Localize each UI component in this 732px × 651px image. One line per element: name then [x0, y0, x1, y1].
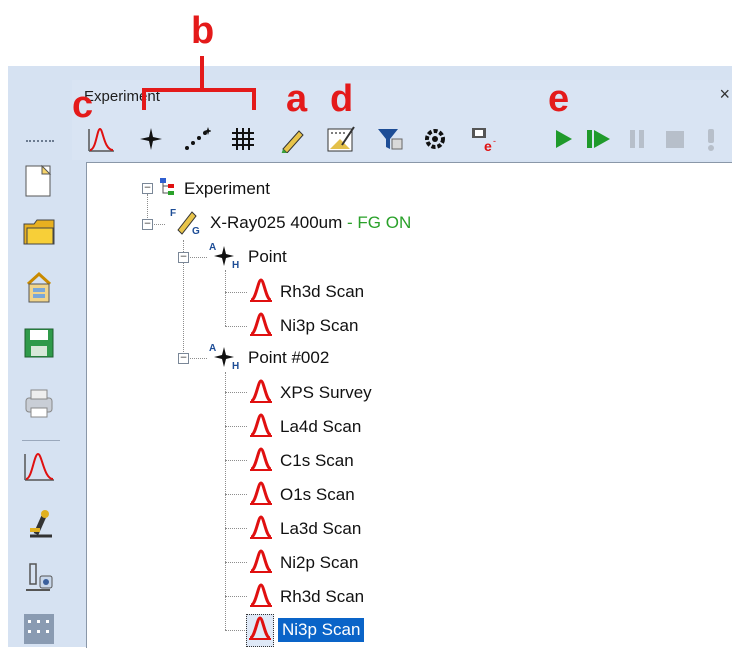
tree-node-scan-selected[interactable]: Ni3p Scan — [246, 613, 365, 647]
svg-text:H: H — [232, 260, 239, 270]
annotation-c: c — [72, 84, 94, 126]
pause-icon[interactable] — [622, 124, 652, 154]
tree-line — [225, 326, 247, 327]
annotation-bracket — [142, 88, 256, 110]
svg-text:G: G — [192, 226, 200, 236]
point-tree-icon: AH — [208, 240, 242, 275]
filter-icon[interactable] — [374, 124, 404, 154]
svg-text:F: F — [170, 208, 176, 219]
tree-node-scan[interactable]: Rh3d Scan — [248, 277, 364, 307]
svg-text:A: A — [209, 343, 216, 354]
spectrum-icon — [248, 548, 274, 579]
open-folder-icon[interactable] — [22, 214, 58, 248]
spectrum-icon — [248, 277, 274, 308]
gear-icon[interactable] — [420, 124, 450, 154]
tree-node-scan[interactable]: O1s Scan — [248, 480, 355, 510]
tree-node-source[interactable]: FG X-Ray025 400um - FG ON — [168, 208, 411, 238]
tree-node-label: Rh3d Scan — [280, 282, 365, 301]
tree-node-label: Ni3p Scan — [278, 618, 365, 642]
tree-node-label: XPS Survey — [280, 383, 372, 402]
tree-node-point[interactable]: AH Point #002 — [208, 343, 329, 373]
tree-node-label: X-Ray025 400um - FG ON — [210, 213, 412, 232]
stop-icon[interactable] — [660, 124, 690, 154]
spectrum-icon — [248, 582, 274, 613]
spectrum-icon — [248, 311, 274, 342]
exclamation-icon[interactable] — [696, 124, 726, 154]
close-icon[interactable]: × — [719, 84, 730, 105]
spectrum-icon — [248, 514, 274, 545]
tree-line — [225, 596, 247, 597]
tree-node-label: Ni3p Scan — [280, 316, 359, 335]
save-icon[interactable] — [22, 326, 58, 360]
tree-node-label: Point #002 — [248, 348, 330, 367]
tree-node-scan[interactable]: C1s Scan — [248, 446, 354, 476]
pen-icon[interactable] — [278, 124, 308, 154]
step-play-icon[interactable] — [584, 124, 614, 154]
tree-node-scan[interactable]: XPS Survey — [248, 378, 372, 408]
camera-e-icon[interactable]: e- — [468, 124, 498, 154]
import-icon[interactable] — [22, 270, 58, 304]
spectrum-icon — [246, 613, 274, 647]
collapse-toggle[interactable]: − — [178, 353, 189, 364]
spectrum-icon — [248, 412, 274, 443]
tree-node-label: La3d Scan — [280, 519, 362, 538]
tree-node-scan[interactable]: Ni2p Scan — [248, 548, 358, 578]
collapse-toggle[interactable]: − — [142, 183, 153, 194]
svg-text:e: e — [484, 138, 492, 154]
spectrum-icon[interactable] — [22, 450, 58, 484]
svg-text:H: H — [232, 361, 239, 371]
spectrum-icon — [248, 378, 274, 409]
point-tree-icon: AH — [208, 341, 242, 376]
tree-line — [225, 460, 247, 461]
play-icon[interactable] — [548, 124, 578, 154]
tree-line — [225, 562, 247, 563]
spectrum-icon — [248, 446, 274, 477]
svg-text:A: A — [209, 242, 216, 253]
tree-line — [225, 270, 226, 326]
annotation-a: a — [286, 78, 308, 120]
tree-node-scan[interactable]: Ni3p Scan — [248, 311, 358, 341]
tree-line — [225, 392, 247, 393]
annotation-bracket-stem — [200, 56, 204, 90]
line-icon[interactable] — [182, 124, 212, 154]
tree-line — [225, 372, 226, 630]
xray-source-icon: FG — [168, 206, 204, 241]
microscope-icon[interactable] — [22, 506, 58, 540]
grid-icon[interactable] — [22, 612, 58, 646]
tree-node-label: Ni2p Scan — [280, 553, 359, 572]
tree-node-scan[interactable]: La4d Scan — [248, 412, 361, 442]
point-icon[interactable] — [136, 124, 166, 154]
tree-line — [225, 426, 247, 427]
collapse-toggle[interactable]: − — [178, 252, 189, 263]
annotation-e: e — [548, 78, 570, 120]
tree-node-experiment[interactable]: Experiment — [158, 174, 270, 204]
print-icon[interactable] — [22, 386, 58, 420]
toolbar-separator — [22, 440, 60, 441]
tree-node-label: O1s Scan — [280, 485, 355, 504]
tree-node-point[interactable]: AH Point — [208, 242, 287, 272]
experiment-tree-icon — [158, 176, 178, 203]
tree-node-label: Point — [248, 247, 287, 266]
tree-line — [225, 528, 247, 529]
svg-text:-: - — [493, 136, 496, 146]
tree-line — [225, 292, 247, 293]
toolbar-grip[interactable] — [26, 140, 54, 144]
tree-line — [225, 494, 247, 495]
tree-node-scan[interactable]: Rh3d Scan — [248, 582, 364, 612]
tree-node-scan[interactable]: La3d Scan — [248, 514, 361, 544]
spectrum-icon — [248, 480, 274, 511]
grid-icon[interactable] — [228, 124, 258, 154]
image-icon[interactable] — [326, 124, 356, 154]
tree-node-label: La4d Scan — [280, 417, 362, 436]
annotation-b: b — [191, 10, 215, 52]
tree-node-label: Experiment — [184, 179, 270, 198]
tree-line — [225, 630, 245, 631]
collapse-toggle[interactable]: − — [142, 219, 153, 230]
tree-node-label: Rh3d Scan — [280, 587, 365, 606]
spectrum-icon[interactable] — [86, 124, 116, 154]
sample-icon[interactable] — [22, 560, 58, 594]
annotation-d: d — [330, 78, 354, 120]
tree-node-label: C1s Scan — [280, 451, 354, 470]
new-document-icon[interactable] — [22, 164, 58, 198]
